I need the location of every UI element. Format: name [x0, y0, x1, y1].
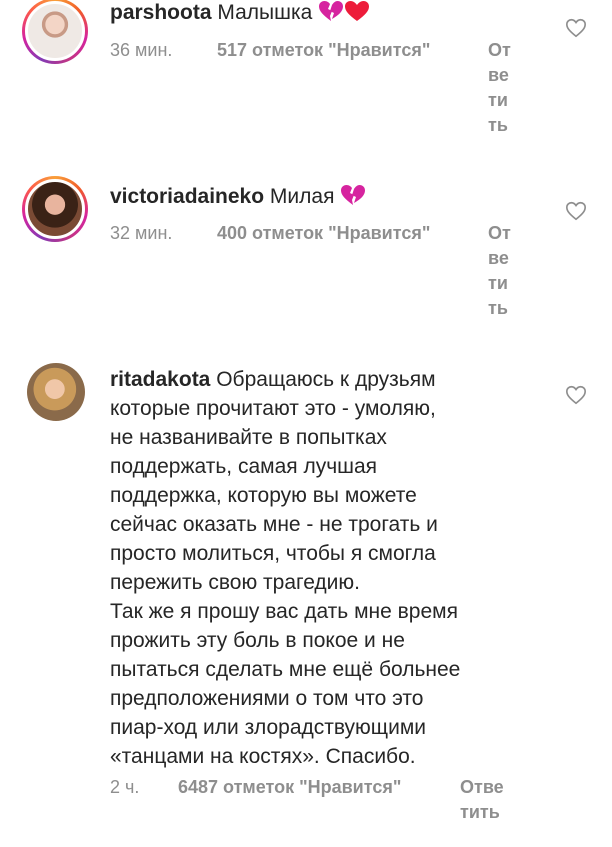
like-heart-icon[interactable] — [565, 384, 587, 406]
comment-text-line: которые прочитают это - умоляю, — [110, 397, 436, 420]
comment-text-line: сейчас оказать мне - не трогать и — [110, 513, 438, 536]
comment-text-line: просто молиться, чтобы я смогла — [110, 542, 436, 565]
comment-body: ritadakota Обращаюсь к друзьям которые п… — [110, 365, 460, 771]
comment-likes[interactable]: 400 отметок "Нравится" — [217, 223, 430, 244]
comment-item: parshoota Малышка 36 мин. 517 отметок "Н… — [0, 0, 612, 160]
comment-text: Милая — [269, 185, 335, 208]
reply-label: тить — [460, 802, 500, 822]
comment-item: ritadakota Обращаюсь к друзьям которые п… — [0, 355, 612, 847]
comment-body: victoriadaineko Милая — [110, 182, 366, 211]
reply-label: От — [488, 223, 511, 243]
reply-label: Отве — [460, 777, 504, 797]
comment-text: Малышка — [217, 1, 313, 24]
avatar-image — [27, 363, 85, 421]
comment-likes[interactable]: 6487 отметок "Нравится" — [178, 777, 401, 798]
comment-text-line: прожить эту боль в покое и не — [110, 629, 405, 652]
comment-text-line: предположениями о том что это — [110, 687, 424, 710]
reply-label: ть — [488, 115, 508, 135]
comment-username[interactable]: parshoota — [110, 1, 212, 24]
avatar[interactable] — [27, 363, 85, 421]
like-heart-icon[interactable] — [565, 200, 587, 222]
avatar-image — [25, 1, 85, 61]
comment-likes[interactable]: 517 отметок "Нравится" — [217, 40, 430, 61]
comment-text-line: Так же я прошу вас дать мне время — [110, 600, 458, 623]
like-heart-icon[interactable] — [565, 17, 587, 39]
broken-heart-emoji — [319, 1, 344, 21]
avatar[interactable] — [22, 0, 88, 64]
comment-text-line: поддержка, которую вы можете — [110, 484, 417, 507]
comment-text-line: пережить свою трагедию. — [110, 571, 360, 594]
comment-username[interactable]: victoriadaineko — [110, 185, 264, 208]
comment-item: victoriadaineko Милая 32 мин. 400 отмето… — [0, 170, 612, 340]
comment-text-line: не названивайте в попытках — [110, 426, 387, 449]
reply-label: ве — [488, 248, 509, 268]
comment-time: 36 мин. — [110, 40, 173, 60]
comment-time: 2 ч. — [110, 777, 140, 797]
reply-label: ти — [488, 273, 508, 293]
comment-body: parshoota Малышка — [110, 0, 370, 27]
reply-label: ве — [488, 65, 509, 85]
comment-time: 32 мин. — [110, 223, 173, 243]
reply-label: ти — [488, 90, 508, 110]
reply-label: От — [488, 40, 511, 60]
broken-heart-emoji — [341, 185, 366, 205]
comment-username[interactable]: ritadakota — [110, 368, 210, 391]
comment-text-line: «танцами на костях». Спасибо. — [110, 745, 416, 768]
reply-label: ть — [488, 298, 508, 318]
comment-text-line: пиар-ход или злорадствующими — [110, 716, 426, 739]
avatar[interactable] — [22, 176, 88, 242]
reply-button[interactable]: От ве ти ть — [488, 221, 511, 321]
comment-text-line: поддержать, самая лучшая — [110, 455, 378, 478]
reply-button[interactable]: Отве тить — [460, 775, 504, 825]
red-heart-emoji — [345, 1, 370, 21]
comment-text-line: Обращаюсь к друзьям — [216, 368, 436, 391]
comment-text-line: пытаться сделать мне ещё больнее — [110, 658, 461, 681]
reply-button[interactable]: От ве ти ть — [488, 38, 511, 138]
avatar-image — [25, 179, 85, 239]
